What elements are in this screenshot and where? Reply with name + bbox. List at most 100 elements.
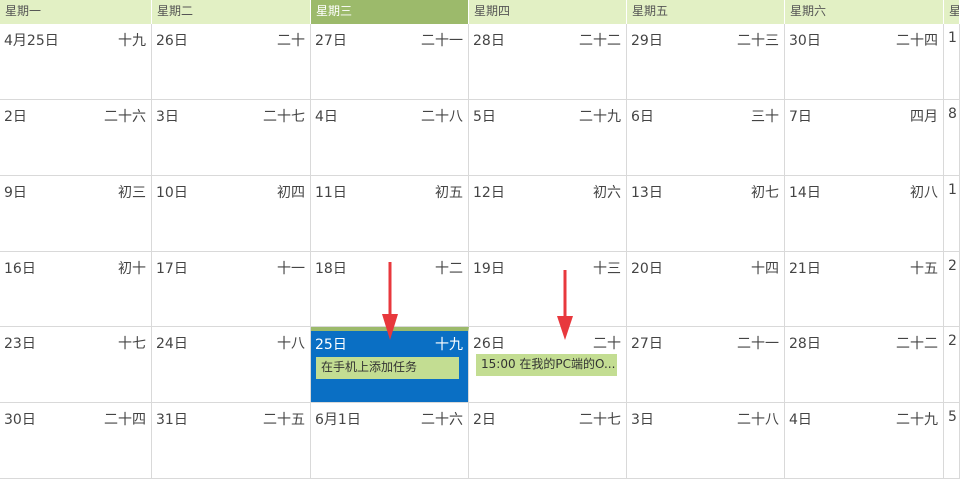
- lunar-date: 二十八: [421, 109, 463, 125]
- day-number: 26日: [156, 33, 188, 49]
- day-number: 28日: [789, 336, 821, 352]
- calendar-day-cell[interactable]: 1: [944, 24, 960, 100]
- calendar-day-cell[interactable]: 30日 二十四: [0, 403, 152, 479]
- calendar-day-cell[interactable]: 19日 十三: [469, 252, 627, 327]
- day-number: 14日: [789, 185, 821, 201]
- weekday-header-2: 星期二: [152, 0, 311, 24]
- lunar-date: 初七: [751, 185, 779, 201]
- calendar-day-cell[interactable]: 8: [944, 100, 960, 176]
- day-number: 27日: [315, 33, 347, 49]
- calendar-day-cell[interactable]: 1: [944, 176, 960, 252]
- lunar-date: 二十四: [104, 412, 146, 428]
- calendar-day-cell[interactable]: 17日 十一: [152, 252, 311, 327]
- lunar-date: 十二: [435, 261, 463, 277]
- lunar-date: 初十: [118, 261, 146, 277]
- weekday-header-6: 星期六: [785, 0, 944, 24]
- day-number: 30日: [789, 33, 821, 49]
- day-number: 23日: [4, 336, 36, 352]
- calendar-day-cell[interactable]: 10日 初四: [152, 176, 311, 252]
- day-number: 4日: [315, 109, 338, 125]
- calendar-day-cell[interactable]: 20日 十四: [627, 252, 785, 327]
- calendar-day-cell[interactable]: 5: [944, 403, 960, 479]
- day-number: 2: [948, 333, 957, 349]
- calendar-day-cell[interactable]: 2日 二十七: [469, 403, 627, 479]
- calendar-day-cell[interactable]: 21日 十五: [785, 252, 944, 327]
- day-number: 30日: [4, 412, 36, 428]
- calendar-day-cell[interactable]: 27日 二十一: [627, 327, 785, 403]
- day-number: 2日: [473, 412, 496, 428]
- day-number: 16日: [4, 261, 36, 277]
- lunar-date: 十九: [435, 337, 463, 353]
- month-grid: 4月25日 十九 26日 二十 27日 二十一 28日 二十二 29日 二十三 30日 二十四 1 2日二…: [0, 24, 960, 479]
- calendar-day-cell[interactable]: 30日 二十四: [785, 24, 944, 100]
- calendar-day-cell[interactable]: 28日 二十二: [785, 327, 944, 403]
- calendar-day-cell[interactable]: 3日 二十七: [152, 100, 311, 176]
- calendar-day-cell[interactable]: 2: [944, 327, 960, 403]
- day-number: 29日: [631, 33, 663, 49]
- day-number: 6日: [631, 109, 654, 125]
- weekday-header-5: 星期五: [627, 0, 785, 24]
- lunar-date: 二十六: [104, 109, 146, 125]
- lunar-date: 二十: [593, 336, 621, 352]
- calendar-day-cell[interactable]: 4月25日 十九: [0, 24, 152, 100]
- day-number: 2: [948, 258, 957, 274]
- lunar-date: 二十九: [896, 412, 938, 428]
- lunar-date: 十一: [277, 261, 305, 277]
- calendar-day-cell[interactable]: 4日 二十九: [785, 403, 944, 479]
- calendar-day-cell[interactable]: 2日 二十六: [0, 100, 152, 176]
- calendar-day-cell[interactable]: 13日 初七: [627, 176, 785, 252]
- lunar-date: 初六: [593, 185, 621, 201]
- lunar-date: 二十四: [896, 33, 938, 49]
- lunar-date: 二十: [277, 33, 305, 49]
- calendar-day-cell[interactable]: 11日 初五: [311, 176, 469, 252]
- day-number: 10日: [156, 185, 188, 201]
- weekday-header: 星期一 星期二 星期三 星期四 星期五 星期六星: [0, 0, 960, 24]
- day-number: 11日: [315, 185, 347, 201]
- calendar-day-cell[interactable]: 2: [944, 252, 960, 327]
- calendar-day-cell[interactable]: 14日 初八: [785, 176, 944, 252]
- day-number: 27日: [631, 336, 663, 352]
- lunar-date: 三十: [751, 109, 779, 125]
- day-number: 19日: [473, 261, 505, 277]
- calendar-event[interactable]: 15:00 在我的PC端的O...: [473, 354, 617, 376]
- calendar-day-cell[interactable]: 5日 二十九: [469, 100, 627, 176]
- day-number: 4月25日: [4, 33, 59, 49]
- calendar-day-cell[interactable]: 3日 二十八: [627, 403, 785, 479]
- day-number: 3日: [156, 109, 179, 125]
- lunar-date: 二十二: [896, 336, 938, 352]
- calendar-event[interactable]: 在手机上添加任务: [316, 357, 459, 379]
- lunar-date: 十七: [118, 336, 146, 352]
- lunar-date: 二十二: [579, 33, 621, 49]
- calendar-day-cell[interactable]: 26日 二十 15:00 在我的PC端的O...: [469, 327, 627, 403]
- lunar-date: 初八: [910, 185, 938, 201]
- calendar-day-cell[interactable]: 24日 十八: [152, 327, 311, 403]
- calendar-day-cell[interactable]: 26日 二十: [152, 24, 311, 100]
- calendar-day-cell[interactable]: 4日 二十八: [311, 100, 469, 176]
- calendar-day-cell[interactable]: 31日 二十五: [152, 403, 311, 479]
- calendar-day-cell[interactable]: 12日 初六: [469, 176, 627, 252]
- calendar-day-cell[interactable]: 28日 二十二: [469, 24, 627, 100]
- calendar-day-cell[interactable]: 9日 初三: [0, 176, 152, 252]
- calendar-day-cell[interactable]: 16日 初十: [0, 252, 152, 327]
- day-number: 3日: [631, 412, 654, 428]
- weekday-header-3: 星期三: [311, 0, 469, 24]
- lunar-date: 二十一: [737, 336, 779, 352]
- calendar-day-cell[interactable]: 29日 二十三: [627, 24, 785, 100]
- calendar-day-cell[interactable]: 6日 三十: [627, 100, 785, 176]
- lunar-date: 初五: [435, 185, 463, 201]
- day-number: 9日: [4, 185, 27, 201]
- day-number: 6月1日: [315, 412, 361, 428]
- day-number: 4日: [789, 412, 812, 428]
- day-number: 26日: [473, 336, 505, 352]
- weekday-header-4: 星期四: [469, 0, 627, 24]
- calendar-day-cell[interactable]: 27日 二十一: [311, 24, 469, 100]
- weekday-header-7: 星: [944, 0, 960, 24]
- weekday-header-1: 星期一: [0, 0, 152, 24]
- lunar-date: 二十三: [737, 33, 779, 49]
- calendar-day-cell[interactable]: 23日 十七: [0, 327, 152, 403]
- calendar-day-cell[interactable]: 7日 四月: [785, 100, 944, 176]
- red-arrow-icon: [557, 270, 573, 340]
- day-number: 18日: [315, 261, 347, 277]
- lunar-date: 二十五: [263, 412, 305, 428]
- calendar-day-cell[interactable]: 6月1日 二十六: [311, 403, 469, 479]
